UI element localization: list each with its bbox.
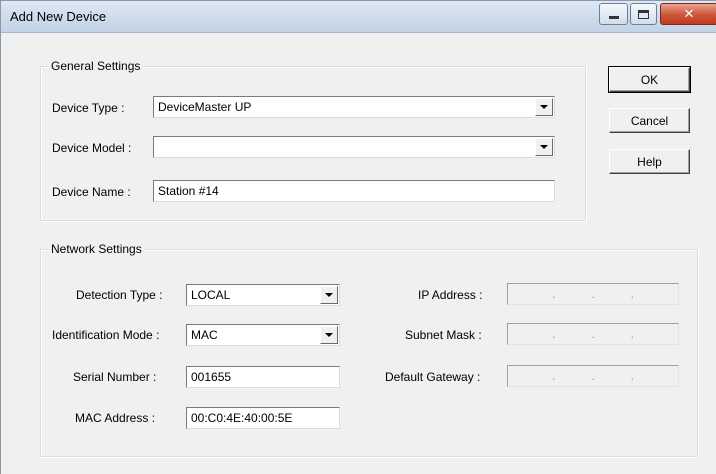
add-new-device-dialog: Add New Device ✕ General Settings Device… <box>0 0 716 474</box>
chevron-down-icon <box>325 333 333 337</box>
ip-address-label: IP Address : <box>418 288 483 302</box>
maximize-button[interactable] <box>630 3 657 25</box>
identification-mode-label: Identification Mode : <box>52 328 160 342</box>
default-gateway-separators: . . . <box>551 369 634 383</box>
minimize-button[interactable] <box>599 3 628 25</box>
chevron-down-icon <box>325 293 333 297</box>
detection-type-label: Detection Type : <box>76 288 163 302</box>
device-type-value: DeviceMaster UP <box>158 100 252 114</box>
window-title: Add New Device <box>10 9 107 24</box>
close-button[interactable]: ✕ <box>660 3 716 25</box>
identification-mode-dropdown-button[interactable] <box>320 326 338 344</box>
detection-type-dropdown-button[interactable] <box>320 286 338 304</box>
minimize-icon <box>608 15 619 19</box>
chevron-down-icon <box>540 145 548 149</box>
device-name-value: Station #14 <box>158 184 219 198</box>
maximize-icon <box>638 9 649 19</box>
device-type-select[interactable]: DeviceMaster UP <box>153 96 555 118</box>
ip-address-separators: . . . <box>551 287 634 301</box>
chevron-down-icon <box>540 105 548 109</box>
device-model-select[interactable] <box>153 136 555 158</box>
device-model-label: Device Model : <box>52 141 132 155</box>
ip-address-input[interactable]: . . . <box>507 283 679 305</box>
general-settings-legend: General Settings <box>49 59 143 73</box>
device-name-label: Device Name : <box>52 185 131 199</box>
device-name-input[interactable]: Station #14 <box>153 180 555 202</box>
subnet-mask-separators: . . . <box>551 327 634 341</box>
mac-address-label: MAC Address : <box>75 411 156 425</box>
ok-button[interactable]: OK <box>608 66 691 93</box>
title-bar[interactable]: Add New Device ✕ <box>1 1 716 33</box>
mac-address-input[interactable]: 00:C0:4E:40:00:5E <box>186 407 340 429</box>
cancel-button[interactable]: Cancel <box>609 108 690 133</box>
detection-type-value: LOCAL <box>191 288 231 302</box>
identification-mode-value: MAC <box>191 328 218 342</box>
default-gateway-input[interactable]: . . . <box>507 365 679 387</box>
help-button[interactable]: Help <box>609 149 690 174</box>
device-model-dropdown-button[interactable] <box>535 138 553 156</box>
subnet-mask-input[interactable]: . . . <box>507 323 679 345</box>
close-icon: ✕ <box>683 6 695 22</box>
network-settings-group: Network Settings <box>40 242 698 457</box>
mac-address-value: 00:C0:4E:40:00:5E <box>191 411 293 425</box>
identification-mode-select[interactable]: MAC <box>186 324 340 346</box>
detection-type-select[interactable]: LOCAL <box>186 284 340 306</box>
network-settings-legend: Network Settings <box>49 242 144 256</box>
subnet-mask-label: Subnet Mask : <box>405 328 482 342</box>
serial-number-input[interactable]: 001655 <box>186 366 340 388</box>
device-type-label: Device Type : <box>52 101 125 115</box>
serial-number-value: 001655 <box>191 370 232 384</box>
device-type-dropdown-button[interactable] <box>535 98 553 116</box>
default-gateway-label: Default Gateway : <box>385 370 481 384</box>
serial-number-label: Serial Number : <box>73 370 157 384</box>
